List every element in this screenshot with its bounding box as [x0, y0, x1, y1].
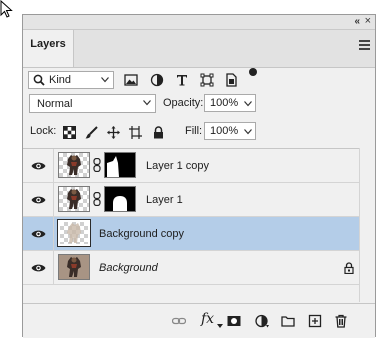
shape-filter-icon[interactable]	[200, 73, 214, 87]
fill-dropdown-button[interactable]	[241, 122, 256, 140]
mask-shape-image	[113, 196, 127, 211]
fill-label: Fill:	[185, 125, 203, 137]
chevron-down-icon	[244, 129, 252, 135]
fill-input[interactable]: 100%	[204, 122, 242, 140]
chevron-down-icon	[244, 101, 252, 107]
visibility-column	[23, 149, 54, 182]
layers-panel: « × Layers Kind Normal Opacity: 100% Loc…	[22, 14, 376, 338]
figure-thumbnail-image	[67, 155, 81, 175]
add-mask-icon[interactable]	[227, 314, 241, 328]
new-layer-icon[interactable]	[308, 314, 322, 328]
layer-name[interactable]: Background	[99, 262, 158, 274]
lock-icon[interactable]	[344, 262, 354, 274]
blend-mode-value: Normal	[37, 98, 73, 110]
panel-menu-icon[interactable]	[359, 40, 370, 50]
lock-image-pixels-icon[interactable]	[85, 126, 98, 139]
layer-mask-thumbnail[interactable]	[104, 152, 136, 178]
eye-icon[interactable]	[31, 161, 46, 171]
adjustment-filter-icon[interactable]	[150, 73, 164, 87]
opacity-dropdown-button[interactable]	[241, 94, 256, 112]
collapse-panel-button[interactable]: «	[354, 16, 359, 27]
eye-icon[interactable]	[31, 229, 46, 239]
new-group-icon[interactable]	[281, 314, 295, 328]
lock-all-icon[interactable]	[152, 126, 165, 139]
panel-title-strip: « ×	[23, 15, 375, 30]
filter-kind-label: Kind	[49, 74, 72, 86]
visibility-column	[23, 183, 54, 216]
mask-shape-image	[107, 156, 119, 177]
layer-row-layer-1[interactable]: Layer 1	[23, 183, 375, 217]
layer-thumbnail[interactable]	[58, 254, 90, 280]
tab-layers[interactable]: Layers	[23, 30, 74, 67]
chevron-down-icon	[101, 77, 109, 83]
opacity-label: Opacity:	[163, 97, 204, 109]
lock-artboard-icon[interactable]	[129, 126, 142, 139]
layers-scrollbar[interactable]	[359, 148, 375, 302]
lock-position-icon[interactable]	[107, 126, 120, 139]
layer-row-layer-1-copy[interactable]: Layer 1 copy	[23, 149, 375, 183]
filter-toggle-switch[interactable]	[249, 68, 257, 76]
lock-label: Lock:	[30, 125, 57, 137]
link-layers-icon[interactable]	[172, 314, 186, 328]
lock-transparent-pixels-icon[interactable]	[63, 126, 76, 139]
layer-row-background[interactable]: Background	[23, 251, 375, 285]
chain-link-icon[interactable]	[93, 158, 101, 172]
layer-name[interactable]: Background copy	[99, 228, 184, 240]
layer-name[interactable]: Layer 1 copy	[146, 160, 209, 172]
visibility-column	[23, 217, 54, 250]
lock-row: Lock: Fill: 100%	[23, 120, 375, 146]
layer-name[interactable]: Layer 1	[146, 194, 183, 206]
layer-thumbnail[interactable]	[58, 152, 90, 178]
figure-thumbnail-image	[67, 189, 81, 209]
image-filter-icon[interactable]	[124, 73, 138, 87]
smart-object-filter-icon[interactable]	[224, 73, 238, 87]
mouse-cursor-icon	[0, 0, 13, 18]
layer-row-background-copy[interactable]: Background copy	[23, 217, 375, 251]
tab-bar: Layers	[23, 30, 375, 68]
layer-style-icon[interactable]: fx	[201, 311, 214, 327]
blend-row: Normal Opacity: 100%	[23, 92, 375, 118]
visibility-column	[23, 251, 54, 284]
search-icon	[33, 74, 45, 86]
chevron-down-icon	[143, 100, 151, 106]
type-filter-icon[interactable]	[175, 73, 189, 87]
layer-thumbnail[interactable]	[57, 219, 91, 247]
blend-mode-select[interactable]: Normal	[29, 94, 156, 113]
eye-icon[interactable]	[31, 195, 46, 205]
panel-footer: fx	[23, 303, 375, 338]
filter-kind-select[interactable]: Kind	[28, 71, 114, 89]
background-thumbnail-image	[59, 255, 89, 279]
layers-list: Layer 1 copy Layer 1 Background copy Bac…	[23, 148, 375, 303]
layer-mask-thumbnail[interactable]	[104, 186, 136, 212]
chain-link-icon[interactable]	[93, 192, 101, 206]
chevron-down-icon	[217, 324, 223, 328]
adjustment-layer-icon[interactable]	[255, 314, 269, 328]
close-panel-button[interactable]: ×	[365, 15, 371, 27]
layer-thumbnail[interactable]	[58, 186, 90, 212]
delete-layer-icon[interactable]	[334, 314, 348, 328]
ghost-figure-thumbnail-image	[67, 223, 81, 243]
eye-icon[interactable]	[31, 263, 46, 273]
opacity-input[interactable]: 100%	[204, 94, 242, 112]
